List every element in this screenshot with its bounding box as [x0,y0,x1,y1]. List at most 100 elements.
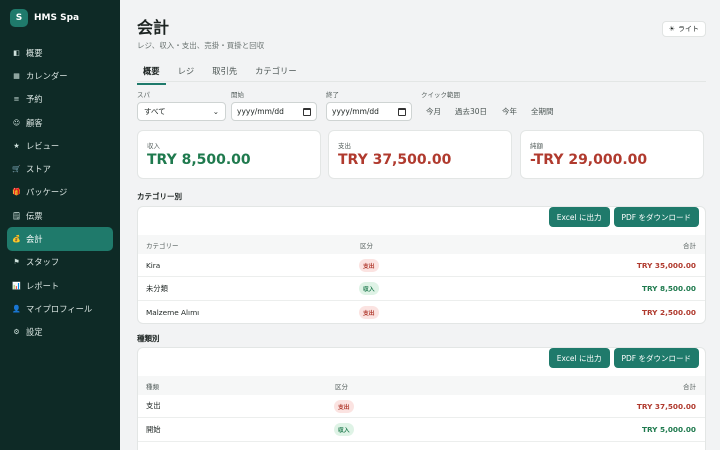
row-name: 支出 [146,401,161,410]
dashboard-icon: ◧ [13,48,20,57]
flag-icon: ⚑ [13,258,20,267]
by-category-title: カテゴリー別 [137,192,182,201]
header-type: 区分 [335,382,348,391]
download-pdf-button[interactable]: PDF をダウンロード [613,348,699,368]
calendar-icon[interactable] [303,107,311,116]
quick-range-label: クイック範囲 [421,91,460,99]
sidebar: S HMS Spa ◧ 概要 ▦ カレンダー ≡ 予約 ☺ 顧客 ★ レビュー 🛒 ストア 🎁 パッケージ… [0,0,120,450]
sidebar-item-customers[interactable]: ☺ 顧客 [7,111,113,134]
sidebar-nav: ◧ 概要 ▦ カレンダー ≡ 予約 ☺ 顧客 ★ レビュー 🛒 ストア 🎁 パッケージ 🗒 伝票 💰 会計 ⚑ スタッ… [7,41,113,344]
export-excel-button[interactable]: Excel に出力 [548,348,610,368]
by-kind-actions: Excel に出力 PDF をダウンロード [548,348,699,368]
row-name: Malzeme Alımı [146,307,200,317]
customer-icon: ☺ [12,118,21,127]
calendar-icon: ▦ [13,71,20,80]
quick-this-month-button[interactable]: 今月 [421,102,446,121]
brand-logo: S [10,9,28,27]
receipt-icon: 🗒 [12,211,21,220]
sidebar-item-packages[interactable]: 🎁 パッケージ [7,181,113,204]
sidebar-item-settings[interactable]: ⚙ 設定 [7,321,113,344]
chart-icon: 📊 [12,281,21,290]
spa-select[interactable]: すべて ⌄ [137,102,226,121]
sidebar-item-label: 予約 [26,94,43,105]
sidebar-item-label: 会計 [26,234,43,245]
sidebar-item-accounting[interactable]: 💰 会計 [7,227,113,251]
table-header: カテゴリー 区分 合計 [138,235,705,254]
sidebar-item-label: ストア [26,164,51,175]
sidebar-item-vouchers[interactable]: 🗒 伝票 [7,204,113,227]
sidebar-item-label: 顧客 [26,117,43,128]
table-row: 未分類 収入 TRY 8,500.00 [138,278,705,301]
star-icon: ★ [13,141,20,150]
row-total: TRY 35,000.00 [636,260,696,270]
sidebar-item-label: マイプロフィール [26,303,93,314]
sidebar-item-label: 概要 [26,47,43,58]
quick-this-year-button[interactable]: 今年 [497,102,522,121]
end-date-input[interactable]: yyyy/mm/dd [326,102,412,121]
type-badge: 収入 [334,423,354,436]
sidebar-item-label: スタッフ [26,257,60,268]
type-badge: 支出 [359,305,379,319]
theme-label: ライト [678,25,699,33]
chevron-down-icon: ⌄ [212,107,219,116]
row-total: TRY 8,500.00 [641,284,696,293]
sidebar-item-calendar[interactable]: ▦ カレンダー [7,64,113,87]
table-header: 種類 区分 合計 [138,376,705,395]
sidebar-item-reviews[interactable]: ★ レビュー [7,134,113,157]
end-date-placeholder: yyyy/mm/dd [332,107,379,116]
net-value: -TRY 29,000.00 [530,152,648,168]
header-type: 区分 [360,241,373,250]
page-title: 会計 [137,18,170,37]
by-kind-panel: Excel に出力 PDF をダウンロード 種類 区分 合計 支出 支出 TRY 3… [137,347,706,450]
gift-icon: 🎁 [12,188,21,197]
net-label: 純額 [530,142,543,150]
sidebar-item-store[interactable]: 🛒 ストア [7,157,113,180]
sidebar-item-overview[interactable]: ◧ 概要 [7,41,113,64]
brand[interactable]: S HMS Spa [10,9,79,27]
sidebar-item-label: パッケージ [26,187,68,198]
sidebar-item-label: レビュー [26,140,60,151]
row-name: Kira [146,260,161,270]
row-total: TRY 2,500.00 [641,307,696,317]
sidebar-item-staff[interactable]: ⚑ スタッフ [7,251,113,274]
table-row: Malzeme Alımı 支出 TRY 2,500.00 [138,301,705,323]
header-total: 合計 [683,241,696,250]
sidebar-item-label: カレンダー [26,70,68,81]
quick-last-30-days-button[interactable]: 過去30日 [450,102,492,121]
type-badge: 支出 [334,399,354,413]
theme-toggle-button[interactable]: ☀ ライト [661,21,706,37]
end-date-label: 終了 [326,91,339,99]
type-badge: 収入 [359,282,379,295]
header-kind: 種類 [146,382,159,391]
money-bag-icon: 💰 [12,235,21,244]
list-icon: ≡ [13,95,20,104]
cart-icon: 🛒 [12,165,21,174]
income-card: 収入 TRY 8,500.00 [137,130,321,179]
start-date-label: 開始 [231,91,244,99]
table-row: 開始 収入 TRY 5,000.00 [138,419,705,442]
sidebar-item-label: 伝票 [26,210,43,221]
table-row: 支出 支出 TRY 37,500.00 [138,395,705,418]
expense-label: 支出 [338,142,351,150]
expense-value: TRY 37,500.00 [338,152,452,168]
row-total: TRY 37,500.00 [636,401,696,411]
sidebar-item-label: 設定 [26,327,43,338]
row-name: 開始 [146,424,161,434]
brand-name: HMS Spa [34,13,80,23]
start-date-input[interactable]: yyyy/mm/dd [231,102,317,121]
export-excel-button[interactable]: Excel に出力 [548,207,610,227]
calendar-icon[interactable] [398,107,406,116]
download-pdf-button[interactable]: PDF をダウンロード [613,207,699,227]
header-category: カテゴリー [146,241,179,250]
header-total: 合計 [683,382,696,391]
quick-all-time-button[interactable]: 全期間 [526,102,559,121]
page-subtitle: レジ、収入・支出、売掛・買掛と回収 [137,41,265,50]
sidebar-item-my-profile[interactable]: 👤 マイプロフィール [7,297,113,320]
by-category-actions: Excel に出力 PDF をダウンロード [548,207,699,227]
user-icon: 👤 [12,304,21,313]
expense-card: 支出 TRY 37,500.00 [328,130,512,179]
sidebar-item-reports[interactable]: 📊 レポート [7,274,113,297]
sidebar-item-bookings[interactable]: ≡ 予約 [7,88,113,111]
table-row: Kira 支出 TRY 35,000.00 [138,254,705,277]
by-kind-title: 種類別 [137,334,160,343]
